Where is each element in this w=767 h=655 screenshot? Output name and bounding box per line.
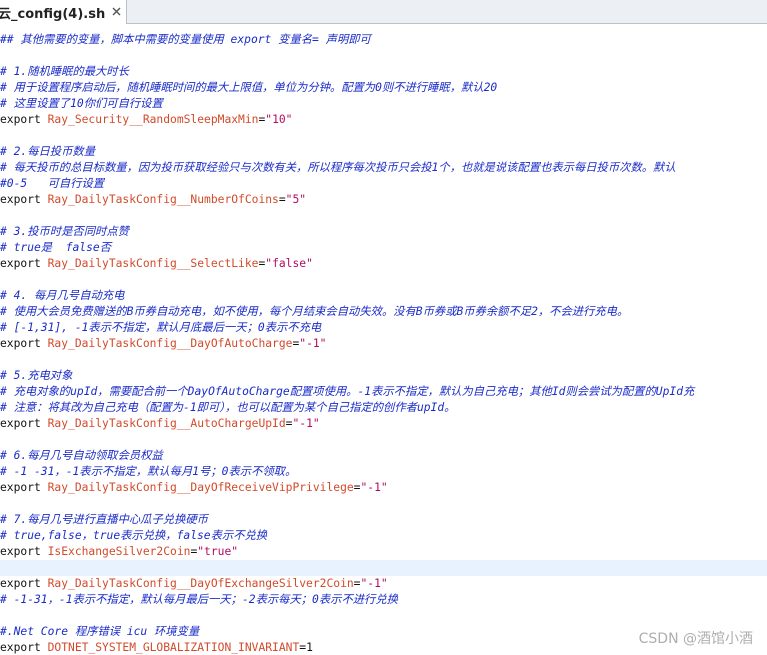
file-tab[interactable]: 度云_config(4).sh — [0, 0, 127, 24]
code-line[interactable]: # 4. 每月几号自动充电 — [0, 288, 767, 304]
code-comment: # 每天投币的总目标数量，因为投币获取经验只与次数有关，所以程序每次投币只会投1… — [0, 161, 676, 174]
code-comment: # 4. 每月几号自动充电 — [0, 289, 125, 302]
code-string: "true" — [197, 545, 239, 558]
watermark: CSDN @酒馆小酒 — [638, 631, 753, 647]
code-comment: ## 其他需要的变量，脚本中需要的变量使用 export 变量名= 声明即可 — [0, 33, 371, 46]
code-comment: # 7.每月几号进行直播中心瓜子兑换硬币 — [0, 513, 208, 526]
code-line[interactable]: export Ray_DailyTaskConfig__AutoChargeUp… — [0, 416, 767, 432]
code-comment: # 注意：将其改为自己充电（配置为-1即可），也可以配置为某个自己指定的创作者u… — [0, 401, 456, 414]
file-tab-title: 度云_config(4).sh — [0, 7, 106, 22]
code-keyword: export — [0, 641, 48, 654]
code-line[interactable]: # 6.每月几号自动领取会员权益 — [0, 448, 767, 464]
code-line[interactable]: # 这里设置了10你们可自行设置 — [0, 96, 767, 112]
code-line[interactable]: # -1 -31，-1表示不指定，默认每月1号；0表示不领取。 — [0, 464, 767, 480]
code-comment: # [-1,31], -1表示不指定，默认月底最后一天；0表示不充电 — [0, 321, 322, 334]
code-comment: #.Net Core 程序错误 icu 环境变量 — [0, 625, 200, 638]
code-line[interactable]: export Ray_Security__RandomSleepMaxMin="… — [0, 112, 767, 128]
code-comment: # 2.每日投币数量 — [0, 145, 95, 158]
code-variable: Ray_DailyTaskConfig__DayOfExchangeSilver… — [47, 577, 354, 590]
code-line[interactable]: # 1.随机睡眠的最大时长 — [0, 64, 767, 80]
code-variable: DOTNET_SYSTEM_GLOBALIZATION_INVARIANT — [47, 641, 300, 654]
code-line[interactable]: export Ray_DailyTaskConfig__SelectLike="… — [0, 256, 767, 272]
code-line[interactable]: export IsExchangeSilver2Coin="true" — [0, 544, 767, 560]
code-keyword: export — [0, 337, 48, 350]
code-line[interactable]: # 3.投币时是否同时点赞 — [0, 224, 767, 240]
code-line[interactable]: # 5.充电对象 — [0, 368, 767, 384]
code-keyword: export — [0, 577, 48, 590]
current-line-highlight — [0, 560, 767, 576]
code-line[interactable]: export Ray_DailyTaskConfig__DayOfExchang… — [0, 576, 767, 592]
code-comment: # 3.投币时是否同时点赞 — [0, 225, 129, 238]
code-operator: =1 — [299, 641, 313, 654]
code-line[interactable]: # true是 false否 — [0, 240, 767, 256]
code-comment: # -1-31，-1表示不指定，默认每月最后一天；-2表示每天；0表示不进行兑换 — [0, 593, 398, 606]
code-string: "-1" — [360, 577, 388, 590]
code-comment: # -1 -31，-1表示不指定，默认每月1号；0表示不领取。 — [0, 465, 297, 478]
code-line[interactable]: ## 其他需要的变量，脚本中需要的变量使用 export 变量名= 声明即可 — [0, 32, 767, 48]
tab-bar: 度云_config(4).sh — [0, 0, 767, 24]
code-string: "5" — [285, 193, 307, 206]
code-variable: Ray_DailyTaskConfig__DayOfReceiveVipPriv… — [47, 481, 354, 494]
code-variable: Ray_Security__RandomSleepMaxMin — [47, 113, 259, 126]
code-keyword: export — [0, 545, 48, 558]
code-comment: # 使用大会员免费赠送的B币券自动充电，如不使用，每个月结束会自动失效。没有B币… — [0, 305, 629, 318]
code-line[interactable]: export Ray_DailyTaskConfig__DayOfReceive… — [0, 480, 767, 496]
code-comment: # 充电对象的upId，需要配合前一个DayOfAutoCharge配置项使用。… — [0, 385, 695, 398]
code-line[interactable]: # true,false，true表示兑换，false表示不兑换 — [0, 528, 767, 544]
code-comment: #0-5 可自行设置 — [0, 177, 105, 190]
code-comment: # 用于设置程序启动后，随机睡眠时间的最大上限值，单位为分钟。配置为0则不进行睡… — [0, 81, 498, 94]
code-line[interactable]: # 7.每月几号进行直播中心瓜子兑换硬币 — [0, 512, 767, 528]
code-line[interactable]: export Ray_DailyTaskConfig__DayOfAutoCha… — [0, 336, 767, 352]
code-string: "false" — [265, 257, 313, 270]
code-string: "-1" — [360, 481, 388, 494]
code-comment: # 5.充电对象 — [0, 369, 73, 382]
code-keyword: export — [0, 113, 48, 126]
code-string: "-1" — [292, 417, 320, 430]
code-line[interactable]: # [-1,31], -1表示不指定，默认月底最后一天；0表示不充电 — [0, 320, 767, 336]
code-variable: Ray_DailyTaskConfig__AutoChargeUpId — [47, 417, 286, 430]
code-line[interactable]: # 每天投币的总目标数量，因为投币获取经验只与次数有关，所以程序每次投币只会投1… — [0, 160, 767, 176]
code-keyword: export — [0, 193, 48, 206]
code-keyword: export — [0, 417, 48, 430]
code-operator: = — [278, 193, 286, 206]
code-variable: Ray_DailyTaskConfig__SelectLike — [47, 257, 259, 270]
code-editor[interactable]: ## 其他需要的变量，脚本中需要的变量使用 export 变量名= 声明即可 # … — [0, 24, 767, 655]
code-comment: # true是 false否 — [0, 241, 112, 254]
code-comment: # 1.随机睡眠的最大时长 — [0, 65, 129, 78]
code-string: "10" — [265, 113, 293, 126]
code-line[interactable]: # -1-31，-1表示不指定，默认每月最后一天；-2表示每天；0表示不进行兑换 — [0, 592, 767, 608]
code-variable: IsExchangeSilver2Coin — [47, 545, 191, 558]
code-line[interactable]: export Ray_DailyTaskConfig__NumberOfCoin… — [0, 192, 767, 208]
code-comment: # true,false，true表示兑换，false表示不兑换 — [0, 529, 268, 542]
code-line[interactable]: # 注意：将其改为自己充电（配置为-1即可），也可以配置为某个自己指定的创作者u… — [0, 400, 767, 416]
code-variable: Ray_DailyTaskConfig__DayOfAutoCharge — [47, 337, 293, 350]
close-icon[interactable] — [109, 4, 124, 19]
code-line[interactable]: #0-5 可自行设置 — [0, 176, 767, 192]
code-keyword: export — [0, 257, 48, 270]
code-keyword: export — [0, 481, 48, 494]
code-comment: # 6.每月几号自动领取会员权益 — [0, 449, 163, 462]
code-line[interactable]: # 使用大会员免费赠送的B币券自动充电，如不使用，每个月结束会自动失效。没有B币… — [0, 304, 767, 320]
code-variable: Ray_DailyTaskConfig__NumberOfCoins — [47, 193, 279, 206]
code-comment: # 这里设置了10你们可自行设置 — [0, 97, 163, 110]
code-line[interactable]: # 2.每日投币数量 — [0, 144, 767, 160]
code-line[interactable]: # 充电对象的upId，需要配合前一个DayOfAutoCharge配置项使用。… — [0, 384, 767, 400]
code-line[interactable]: # 用于设置程序启动后，随机睡眠时间的最大上限值，单位为分钟。配置为0则不进行睡… — [0, 80, 767, 96]
code-string: "-1" — [299, 337, 327, 350]
